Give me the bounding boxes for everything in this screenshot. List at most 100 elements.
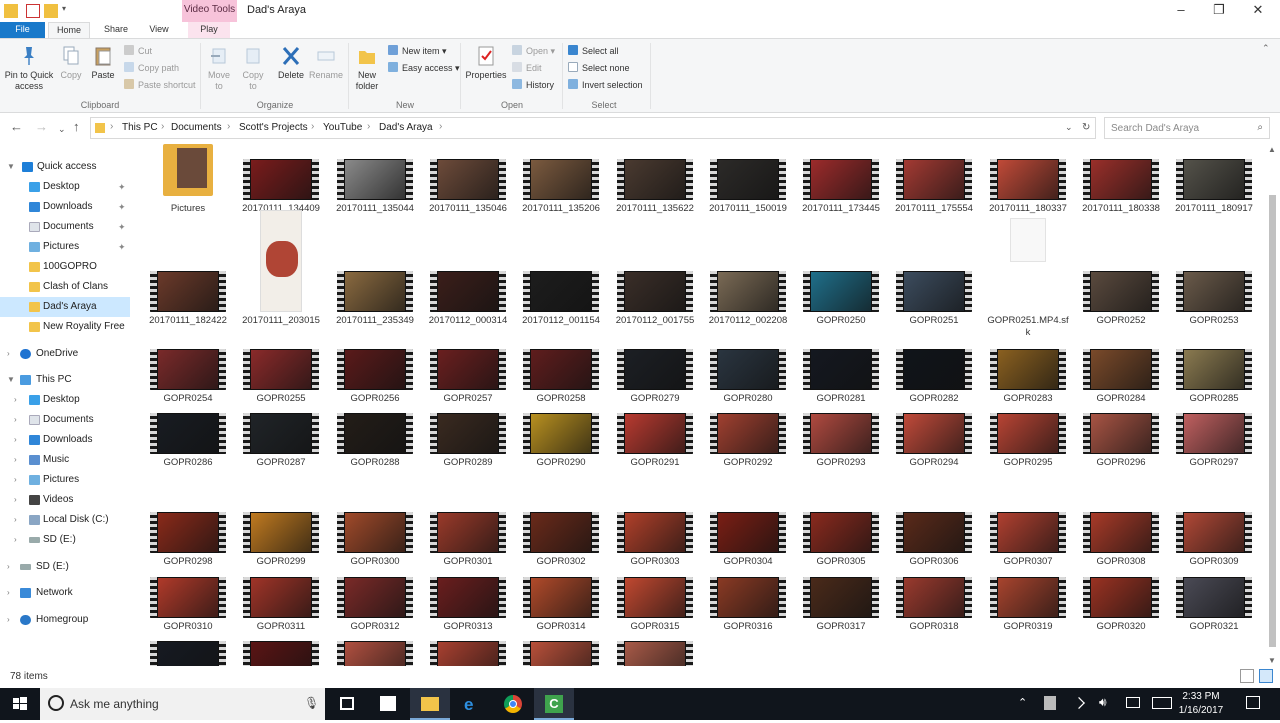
chevron-right-icon[interactable]: › [14,490,17,510]
file-item[interactable]: GOPR0289 [425,394,511,474]
breadcrumb-youtube[interactable]: YouTube [323,122,362,133]
tab-play[interactable]: Play [188,22,230,38]
refresh-icon[interactable]: ↻ [1082,122,1090,133]
breadcrumb-scotts-projects[interactable]: Scott's Projects [239,122,308,133]
folder-item[interactable]: Pictures [145,140,231,220]
file-item[interactable]: GOPR0295 [985,394,1071,474]
file-item[interactable]: GOPR0253 [1171,252,1257,332]
sidebar-item-pc-videos[interactable]: › Videos [0,490,140,510]
new-item-button[interactable]: New item ▾ [388,44,447,58]
maximize-button[interactable]: ❐ [1197,2,1241,20]
file-item[interactable]: GOPR0317 [798,558,884,638]
file-item[interactable]: GOPR0297 [1171,394,1257,474]
file-item[interactable]: GOPR0251 [891,252,977,332]
file-item[interactable] [612,622,698,667]
sidebar-item-pictures[interactable]: Pictures ✦ [0,237,140,257]
file-item[interactable]: GOPR0251.MP4.sfk [985,218,1071,338]
file-item[interactable]: 20170111_182422 [145,252,231,332]
nav-sd[interactable]: › SD (E:) [0,557,140,577]
search-icon[interactable]: ⌕ [1257,122,1263,133]
scroll-up-icon[interactable]: ▲ [1268,145,1276,154]
pin-to-quick-access-button[interactable]: Pin to Quick access [2,45,56,92]
file-item[interactable]: GOPR0318 [891,558,977,638]
file-item[interactable]: 20170111_135046 [425,140,511,220]
chevron-right-icon[interactable]: › [7,610,10,630]
paste-button[interactable]: Paste [88,45,118,81]
breadcrumb-dads-araya[interactable]: Dad's Araya [379,122,433,133]
file-item[interactable]: GOPR0286 [145,394,231,474]
sidebar-item-new-royality-free[interactable]: New Royality Free [0,317,140,337]
edit-button[interactable]: Edit [512,61,542,75]
sidebar-item-clash-of-clans[interactable]: Clash of Clans [0,277,140,297]
pin-icon[interactable]: ✦ [118,237,126,257]
scroll-down-icon[interactable]: ▼ [1268,656,1276,665]
select-none-button[interactable]: Select none [568,61,630,75]
sidebar-item-pc-music[interactable]: › Music [0,450,140,470]
nav-onedrive[interactable]: › OneDrive [0,344,140,364]
delete-button[interactable]: Delete [276,45,306,81]
show-hidden-icons-chevron-icon[interactable]: ⌃ [1018,696,1027,709]
chevron-right-icon[interactable]: › [7,557,10,577]
properties-icon[interactable] [26,4,40,18]
nav-quick-access[interactable]: ▼ Quick access [0,157,140,177]
start-button[interactable] [0,688,40,720]
chevron-right-icon[interactable]: › [14,430,17,450]
chevron-right-icon[interactable]: › [14,470,17,490]
file-item[interactable]: GOPR0292 [705,394,791,474]
invert-selection-button[interactable]: Invert selection [568,78,643,92]
file-item[interactable]: 20170111_235349 [332,252,418,332]
file-item[interactable]: GOPR0316 [705,558,791,638]
nav-homegroup[interactable]: › Homegroup [0,610,140,630]
volume-icon[interactable]: 🔊︎ [1099,695,1107,710]
sidebar-item-pc-downloads[interactable]: › Downloads [0,430,140,450]
file-item[interactable]: 20170111_173445 [798,140,884,220]
sidebar-item-pc-desktop[interactable]: › Desktop [0,390,140,410]
cut-button[interactable]: Cut [124,44,152,58]
open-button[interactable]: Open ▾ [512,44,555,58]
up-arrow-icon[interactable]: ↑ [73,120,80,134]
file-item[interactable]: GOPR0288 [332,394,418,474]
back-arrow-icon[interactable]: ← [10,120,23,134]
pin-icon[interactable]: ✦ [118,197,126,217]
file-item[interactable]: GOPR0252 [1078,252,1164,332]
scrollbar-thumb[interactable] [1269,195,1276,647]
cortana-search-box[interactable]: Ask me anything 🎙︎ [40,688,325,720]
forward-arrow-icon[interactable]: → [35,120,48,134]
file-item[interactable]: 20170111_203015 [238,210,324,332]
file-item[interactable]: GOPR0321 [1171,558,1257,638]
file-item[interactable]: 20170111_134409 [238,140,324,220]
easy-access-button[interactable]: Easy access ▾ [388,61,460,75]
paste-shortcut-button[interactable]: Paste shortcut [124,78,196,92]
copy-path-button[interactable]: Copy path [124,61,179,75]
chevron-right-icon[interactable]: › [14,450,17,470]
close-button[interactable]: ✕ [1236,2,1280,20]
file-item[interactable]: 20170111_180917 [1171,140,1257,220]
file-item[interactable]: GOPR0290 [518,394,604,474]
file-item[interactable]: GOPR0250 [798,252,884,332]
sidebar-item-dads-araya[interactable]: Dad's Araya [0,297,130,317]
taskbar-file-explorer[interactable] [410,688,450,720]
file-item[interactable]: GOPR0296 [1078,394,1164,474]
nav-this-pc[interactable]: ▼ This PC [0,370,140,390]
sidebar-item-documents[interactable]: Documents ✦ [0,217,140,237]
file-item[interactable]: GOPR0320 [1078,558,1164,638]
clock[interactable]: 2:33 PM 1/16/2017 [1166,690,1236,718]
chevron-right-icon[interactable]: › [7,583,10,603]
file-item[interactable]: 20170111_135622 [612,140,698,220]
file-item[interactable]: 20170111_175554 [891,140,977,220]
file-item[interactable]: 20170112_002208 [705,252,791,332]
network-status-icon[interactable] [1073,697,1085,709]
sidebar-item-pc-sd[interactable]: › SD (E:) [0,530,140,550]
rename-button[interactable]: Rename [308,45,344,81]
chevron-right-icon[interactable]: › [14,410,17,430]
sidebar-item-100gopro[interactable]: 100GOPRO [0,257,140,277]
new-folder-icon[interactable] [44,4,58,18]
search-input[interactable]: Search Dad's Araya [1111,123,1199,134]
file-item[interactable]: 20170112_001154 [518,252,604,332]
breadcrumb-documents[interactable]: Documents [171,122,222,133]
cortana-search-input[interactable]: Ask me anything [70,697,159,711]
file-item[interactable]: 20170111_180338 [1078,140,1164,220]
address-bar[interactable]: › This PC › Documents › Scott's Projects… [90,117,1096,139]
sidebar-item-pc-documents[interactable]: › Documents [0,410,140,430]
new-folder-button[interactable]: New folder [352,45,382,92]
